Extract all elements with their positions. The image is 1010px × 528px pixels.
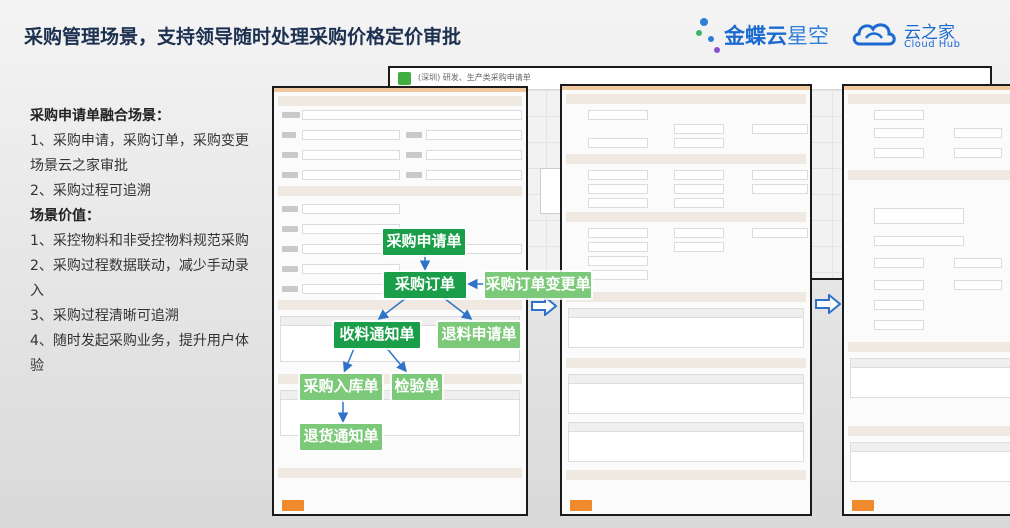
form-field[interactable]	[426, 170, 522, 180]
submit-button[interactable]	[852, 500, 874, 511]
form-field[interactable]	[674, 170, 724, 180]
kingdee-logo-icon	[694, 14, 726, 54]
form-field[interactable]	[588, 270, 648, 280]
kingdee-logo-text: 金蝶云星空	[724, 24, 829, 48]
workflow-window-title: (深圳) 研发、生产类采购申请单	[418, 73, 531, 82]
form-icon	[398, 72, 411, 85]
flow-node-purchase-order: 采购订单	[384, 272, 466, 298]
form-field[interactable]	[588, 138, 648, 148]
form-field[interactable]	[674, 124, 724, 134]
form-field[interactable]	[674, 228, 724, 238]
form-field[interactable]	[954, 280, 1002, 290]
form-field[interactable]	[302, 204, 400, 214]
flow-node-order-change: 采购订单变更单	[485, 272, 591, 298]
form-field[interactable]	[588, 256, 648, 266]
scenario-line: 1、采购申请，采购订单，采购变更场景云之家审批	[30, 133, 249, 174]
form-screen-request	[272, 86, 528, 516]
form-field[interactable]	[674, 138, 724, 148]
scenario-line: 2、采购过程可追溯	[30, 183, 151, 199]
flow-node-inspection: 检验单	[392, 374, 442, 400]
slide-title: 采购管理场景，支持领导随时处理采购价格定价审批	[24, 26, 462, 48]
form-field[interactable]	[752, 184, 808, 194]
form-field[interactable]	[588, 170, 648, 180]
form-field[interactable]	[874, 258, 924, 268]
form-field[interactable]	[426, 130, 522, 140]
form-field[interactable]	[426, 150, 522, 160]
submit-button[interactable]	[282, 500, 304, 511]
form-field[interactable]	[302, 130, 400, 140]
form-field[interactable]	[954, 258, 1002, 268]
line-items-table	[568, 422, 804, 462]
form-field[interactable]	[874, 148, 924, 158]
form-field[interactable]	[874, 110, 924, 120]
form-screen-order	[560, 84, 812, 516]
cloudhub-name-en: Cloud Hub	[904, 39, 961, 50]
form-field[interactable]	[874, 280, 924, 290]
form-field[interactable]	[874, 300, 924, 310]
flow-node-return-notice: 退货通知单	[300, 424, 382, 450]
form-field[interactable]	[588, 110, 648, 120]
line-items-table	[568, 308, 804, 348]
submit-button[interactable]	[570, 500, 592, 511]
flow-node-purchase-request: 采购申请单	[383, 229, 465, 255]
form-field[interactable]	[752, 124, 808, 134]
form-field[interactable]	[954, 148, 1002, 158]
form-field[interactable]	[588, 198, 648, 208]
next-arrow-icon	[531, 296, 557, 316]
brand-logos: 金蝶云星空 云之家 Cloud Hub	[690, 14, 990, 54]
line-items-table	[850, 442, 1010, 482]
form-field[interactable]	[588, 242, 648, 252]
form-field[interactable]	[674, 242, 724, 252]
form-field[interactable]	[874, 208, 964, 224]
value-line: 2、采购过程数据联动，减少手动录入	[30, 258, 249, 299]
flow-node-warehouse-in: 采购入库单	[300, 374, 382, 400]
form-field[interactable]	[674, 184, 724, 194]
flow-node-return-request: 退料申请单	[438, 322, 520, 348]
form-field[interactable]	[588, 228, 648, 238]
form-field[interactable]	[874, 236, 964, 246]
form-field[interactable]	[874, 128, 924, 138]
form-field[interactable]	[954, 128, 1002, 138]
form-field[interactable]	[674, 198, 724, 208]
form-field[interactable]	[302, 170, 400, 180]
cloudhub-logo-icon	[852, 23, 896, 46]
value-line: 1、采控物料和非受控物料规范采购	[30, 233, 249, 249]
form-field[interactable]	[588, 184, 648, 194]
line-items-table	[568, 374, 804, 414]
form-field[interactable]	[302, 150, 400, 160]
value-heading: 场景价值：	[30, 208, 100, 224]
line-items-table	[850, 358, 1010, 398]
form-field[interactable]	[752, 170, 808, 180]
next-arrow-icon	[815, 294, 841, 314]
value-line: 4、随时发起采购业务，提升用户体验	[30, 333, 249, 374]
form-field[interactable]	[302, 110, 522, 120]
form-screen-change	[842, 84, 1010, 516]
flow-node-receipt-notice: 收料通知单	[334, 322, 420, 348]
form-field[interactable]	[874, 320, 924, 330]
value-line: 3、采购过程清晰可追溯	[30, 308, 179, 324]
scenario-heading: 采购申请单融合场景：	[30, 108, 170, 124]
form-field[interactable]	[752, 228, 808, 238]
scenario-description: 采购申请单融合场景： 1、采购申请，采购订单，采购变更场景云之家审批 2、采购过…	[30, 104, 260, 379]
